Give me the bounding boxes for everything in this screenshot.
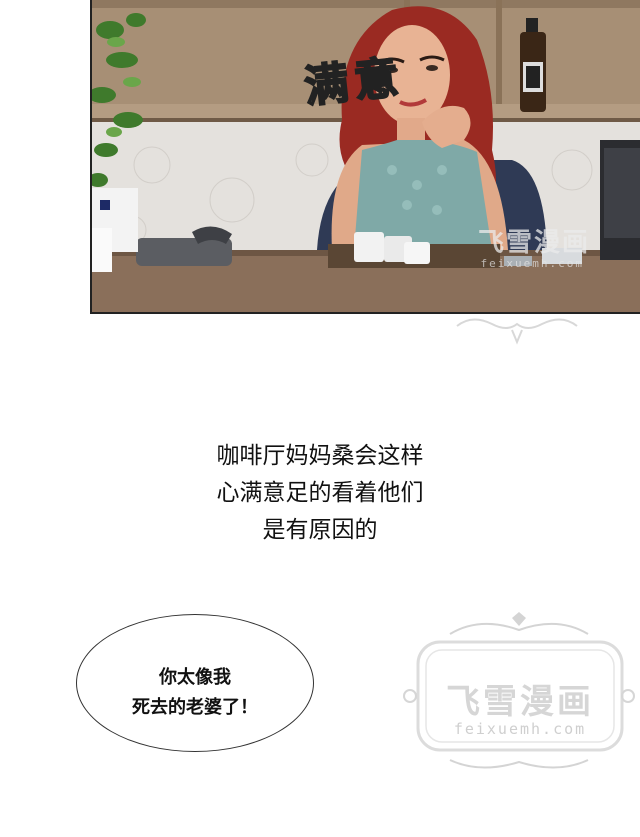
narration-line: 咖啡厅妈妈桑会这样 — [216, 443, 424, 469]
watermark-url: feixuemh.com — [453, 720, 587, 738]
watermark-stamp: 飞雪漫画 feixuemh.com — [400, 612, 638, 772]
watermark-title: 飞雪漫画 — [446, 682, 594, 722]
ornament-icon — [456, 318, 578, 345]
speech-line: 死去的老婆了！ — [132, 697, 258, 718]
narration-line: 是有原因的 — [262, 517, 378, 543]
narration-line: 心满意足的看着他们 — [216, 480, 424, 506]
panel-watermark-url: feixuemh.com — [480, 257, 584, 270]
sfx-text: 满意 — [301, 51, 408, 114]
narration-box: 咖啡厅妈妈桑会这样 心满意足的看着他们 是有原因的 — [150, 438, 490, 549]
speech-bubble: 你太像我 死去的老婆了！ — [76, 614, 314, 752]
speech-line: 你太像我 — [159, 667, 231, 688]
panel-watermark-title: 飞雪漫画 — [477, 228, 590, 258]
comic-panel: 满意 飞雪漫画 feixuemh.com — [90, 0, 640, 314]
